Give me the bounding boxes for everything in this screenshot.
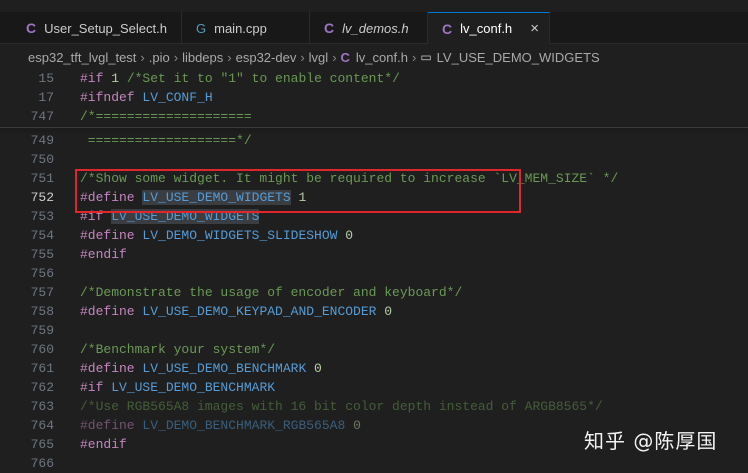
code-line: 759 bbox=[0, 321, 748, 340]
code-text: #define LV_USE_DEMO_KEYPAD_AND_ENCODER 0 bbox=[80, 304, 393, 319]
tab-bar: C User_Setup_Select.h Gmain.cpp Clv_demos.h… bbox=[0, 0, 748, 44]
c-header-icon: C bbox=[26, 20, 37, 36]
breadcrumb-item[interactable]: lvgl bbox=[309, 50, 329, 65]
breadcrumb-item[interactable]: lv_conf.h bbox=[356, 50, 408, 65]
line-number: 764 bbox=[30, 418, 54, 433]
line-number: 757 bbox=[30, 285, 54, 300]
c-header-icon: C bbox=[442, 20, 453, 37]
tab-lv-demos-h[interactable]: Clv_demos.h bbox=[310, 12, 428, 44]
tab-lv-conf-h[interactable]: Clv_conf.h × bbox=[428, 12, 550, 44]
code-text: ===================*/ bbox=[80, 133, 252, 148]
code-line: 754 #define LV_DEMO_WIDGETS_SLIDESHOW 0 bbox=[0, 226, 748, 245]
code-text: #define LV_DEMO_WIDGETS_SLIDESHOW 0 bbox=[80, 228, 354, 243]
tab-main-cpp[interactable]: Gmain.cpp bbox=[182, 12, 310, 44]
code-line: 751 /*Show some widget. It might be requi… bbox=[0, 169, 748, 188]
code-line: 758 #define LV_USE_DEMO_KEYPAD_AND_ENCODE… bbox=[0, 302, 748, 321]
code-line: 753 #if LV_USE_DEMO_WIDGETS bbox=[0, 207, 748, 226]
line-number: 753 bbox=[30, 209, 54, 224]
code-text: #if 1 /*Set it to "1" to enable content*… bbox=[80, 71, 400, 86]
code-text: #define LV_USE_DEMO_BENCHMARK 0 bbox=[80, 361, 322, 376]
code-line: 747 /*==================== bbox=[0, 107, 748, 126]
code-text: #endif bbox=[80, 247, 127, 262]
line-number: 754 bbox=[30, 228, 54, 243]
line-number: 750 bbox=[30, 152, 54, 167]
line-number: 17 bbox=[38, 90, 54, 105]
line-number: 749 bbox=[30, 133, 54, 148]
tab-label: main.cpp bbox=[214, 20, 267, 36]
tab-user-setup-select-h[interactable]: C User_Setup_Select.h bbox=[12, 12, 182, 44]
tab-label: User_Setup_Select.h bbox=[44, 20, 167, 36]
code-line: 749 ===================*/ bbox=[0, 131, 748, 150]
code-text: #ifndef LV_CONF_H bbox=[80, 90, 213, 105]
breadcrumb-item[interactable]: .pio bbox=[149, 50, 170, 65]
line-number: 758 bbox=[30, 304, 54, 319]
line-number: 759 bbox=[30, 323, 54, 338]
breadcrumb-item[interactable]: LV_USE_DEMO_WIDGETS bbox=[437, 50, 600, 65]
chevron-right-icon: › bbox=[140, 49, 145, 65]
code-editor[interactable]: 15 #if 1 /*Set it to "1" to enable conten… bbox=[0, 69, 748, 471]
cpp-icon: G bbox=[196, 20, 207, 36]
code-line: 757 /*Demonstrate the usage of encoder an… bbox=[0, 283, 748, 302]
symbol-constant-icon: ▭ bbox=[420, 50, 432, 64]
close-icon[interactable]: × bbox=[530, 20, 539, 37]
code-line: 760 /*Benchmark your system*/ bbox=[0, 340, 748, 359]
line-number: 766 bbox=[30, 456, 54, 471]
chevron-right-icon: › bbox=[332, 49, 337, 65]
code-line: 750 bbox=[0, 150, 748, 169]
chevron-right-icon: › bbox=[227, 49, 232, 65]
line-number: 762 bbox=[30, 380, 54, 395]
code-text: /*Demonstrate the usage of encoder and k… bbox=[80, 285, 463, 300]
code-text: /*Use RGB565A8 images with 16 bit color … bbox=[80, 399, 603, 414]
code-text: /*Show some widget. It might be required… bbox=[80, 171, 619, 186]
breadcrumb-item[interactable]: esp32-dev bbox=[236, 50, 297, 65]
line-number: 756 bbox=[30, 266, 54, 281]
code-text: #endif bbox=[80, 437, 127, 452]
code-line: 762 #if LV_USE_DEMO_BENCHMARK bbox=[0, 378, 748, 397]
line-number: 751 bbox=[30, 171, 54, 186]
tab-label: lv_demos.h bbox=[342, 20, 409, 36]
code-line: 763 /*Use RGB565A8 images with 16 bit col… bbox=[0, 397, 748, 416]
chevron-right-icon: › bbox=[173, 49, 179, 65]
breadcrumb-item[interactable]: libdeps bbox=[182, 50, 223, 65]
line-number: 15 bbox=[38, 71, 54, 86]
line-number: 752 bbox=[30, 190, 54, 205]
code-line: 17 #ifndef LV_CONF_H bbox=[0, 88, 748, 107]
code-text: /*Benchmark your system*/ bbox=[80, 342, 276, 357]
code-line: 756 bbox=[0, 264, 748, 283]
code-line: 752 #define LV_USE_DEMO_WIDGETS 1 bbox=[0, 188, 748, 207]
code-line: 15 #if 1 /*Set it to "1" to enable conten… bbox=[0, 69, 748, 88]
line-number: 763 bbox=[30, 399, 54, 414]
code-text: #if LV_USE_DEMO_WIDGETS bbox=[80, 209, 260, 224]
title-strip bbox=[0, 0, 748, 12]
breadcrumb: esp32_tft_lvgl_test › .pio › libdeps › esp32-d… bbox=[0, 45, 748, 69]
line-number: 765 bbox=[30, 437, 54, 452]
code-text: #if LV_USE_DEMO_BENCHMARK bbox=[80, 380, 276, 395]
line-number: 761 bbox=[30, 361, 54, 376]
c-header-icon: C bbox=[324, 20, 335, 36]
line-number: 755 bbox=[30, 247, 54, 262]
code-text: #define LV_DEMO_BENCHMARK_RGB565A8 0 bbox=[80, 418, 361, 433]
code-text: /*==================== bbox=[80, 109, 252, 124]
chevron-right-icon: › bbox=[300, 49, 305, 65]
watermark: 知乎 @陈厚国 bbox=[584, 429, 718, 453]
chevron-right-icon: › bbox=[411, 49, 417, 65]
sticky-scroll-divider bbox=[0, 127, 748, 128]
c-header-icon: C bbox=[340, 49, 350, 65]
tab-label: lv_conf.h bbox=[460, 21, 513, 36]
code-text: #define LV_USE_DEMO_WIDGETS 1 bbox=[80, 190, 307, 205]
code-line: 755 #endif bbox=[0, 245, 748, 264]
line-number: 760 bbox=[30, 342, 54, 357]
code-line: 766 bbox=[0, 454, 748, 473]
line-number: 747 bbox=[30, 109, 54, 124]
code-line: 761 #define LV_USE_DEMO_BENCHMARK 0 bbox=[0, 359, 748, 378]
breadcrumb-item[interactable]: esp32_tft_lvgl_test bbox=[28, 50, 136, 65]
